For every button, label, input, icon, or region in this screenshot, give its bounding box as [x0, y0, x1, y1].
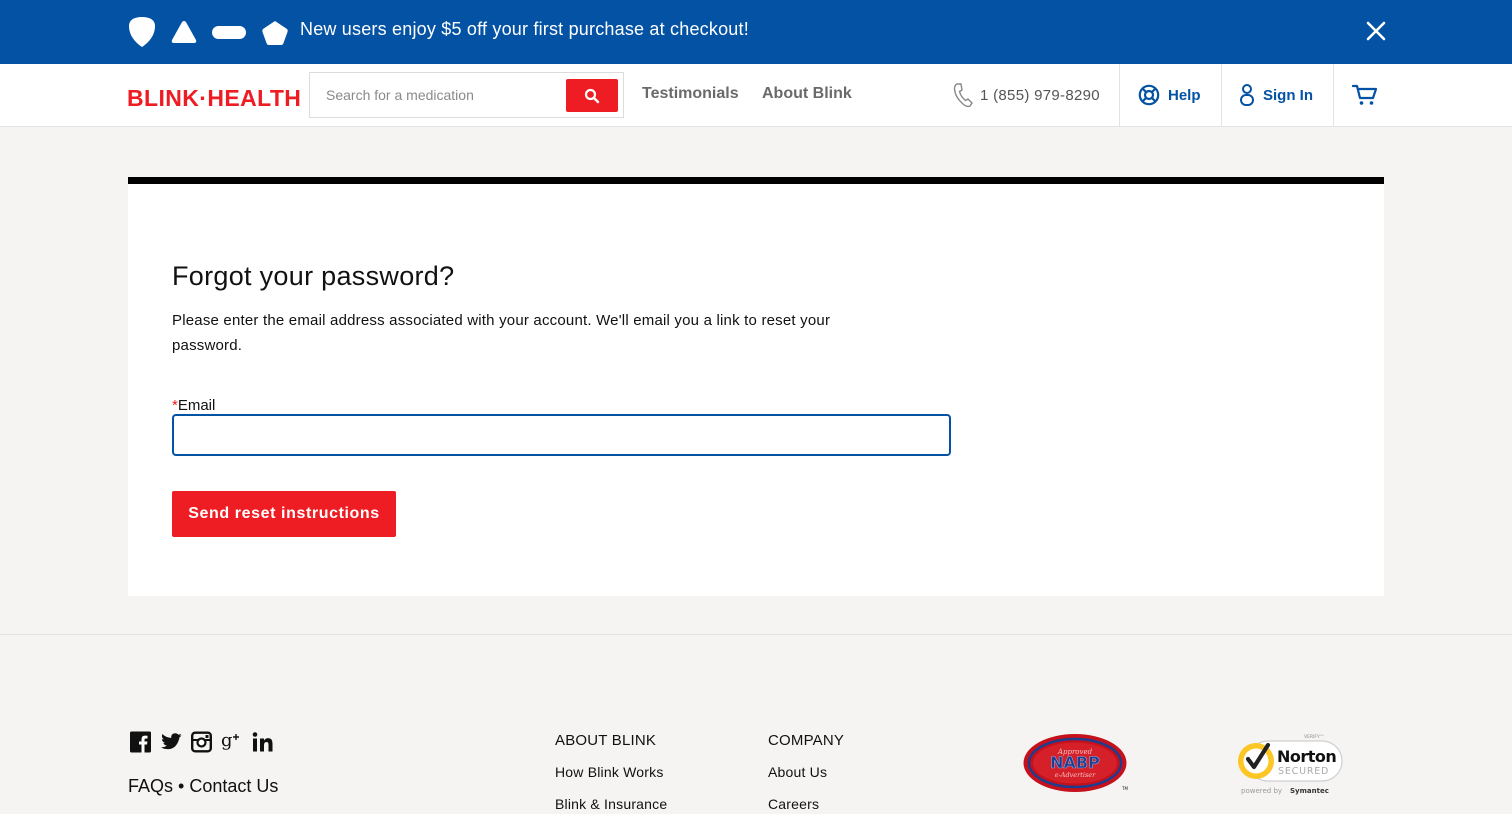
footer-help-links: FAQs • Contact Us: [128, 776, 278, 797]
email-label: *Email: [172, 397, 215, 414]
careers-link[interactable]: Careers: [768, 796, 819, 812]
forgot-password-card: Forgot your password? Please enter the e…: [128, 177, 1384, 596]
footer-divider: [0, 634, 1512, 635]
norton-symantec-text: Symantec: [1290, 787, 1329, 795]
header-divider: [1119, 64, 1120, 126]
about-blink-heading: ABOUT BLINK: [555, 732, 657, 749]
linkedin-icon[interactable]: [252, 731, 273, 753]
nabp-badge[interactable]: Approved NABP e-Advertiser TM: [1023, 733, 1130, 795]
norton-brand-text: Norton: [1277, 747, 1336, 766]
promo-message: New users enjoy $5 off your first purcha…: [300, 19, 749, 39]
instagram-icon[interactable]: [191, 731, 212, 753]
phone-icon: [953, 83, 973, 108]
triangle-icon: [171, 21, 197, 43]
blink-insurance-link[interactable]: Blink & Insurance: [555, 796, 667, 812]
close-icon[interactable]: [1364, 18, 1388, 44]
norton-verify-text: VERIFY™: [1304, 734, 1324, 740]
email-label-text: Email: [177, 397, 216, 414]
help-button[interactable]: Help: [1138, 64, 1201, 126]
norton-secured-text: SECURED: [1278, 766, 1329, 777]
footer-separator: •: [178, 776, 185, 796]
search-input[interactable]: [311, 74, 563, 116]
google-plus-icon[interactable]: g: [221, 730, 243, 752]
company-heading: COMPANY: [768, 732, 845, 749]
how-blink-works-link[interactable]: How Blink Works: [555, 764, 664, 780]
pentagon-icon: [262, 21, 288, 45]
blink-health-logo[interactable]: BLINK·HEALTH: [127, 85, 301, 112]
about-us-link[interactable]: About Us: [768, 764, 827, 780]
search-bar: [309, 72, 624, 118]
site-header: BLINK·HEALTH Testimonials About Blink 1 …: [0, 64, 1512, 127]
faqs-link[interactable]: FAQs: [128, 776, 173, 796]
sign-in-button[interactable]: Sign In: [1239, 64, 1313, 126]
lifebuoy-icon: [1138, 84, 1160, 106]
nav-testimonials[interactable]: Testimonials: [642, 85, 739, 103]
header-divider: [1333, 64, 1334, 126]
nabp-text: NABP: [1050, 753, 1100, 772]
norton-powered-text: powered by: [1241, 787, 1282, 795]
form-description: Please enter the email address associate…: [172, 312, 831, 354]
svg-text:g: g: [221, 730, 233, 751]
header-divider: [1221, 64, 1222, 126]
nabp-advertiser-text: e-Advertiser: [1055, 771, 1096, 779]
nabp-tm: TM: [1121, 786, 1128, 791]
send-reset-instructions-button[interactable]: Send reset instructions: [172, 491, 396, 537]
nav-about-blink[interactable]: About Blink: [762, 85, 852, 103]
phone-number[interactable]: 1 (855) 979-8290: [980, 87, 1100, 104]
promo-banner: New users enjoy $5 off your first purcha…: [0, 0, 1512, 64]
cart-icon[interactable]: [1352, 83, 1378, 107]
email-field[interactable]: [172, 414, 951, 456]
search-icon: [584, 88, 600, 103]
sign-in-label: Sign In: [1263, 86, 1313, 104]
help-label: Help: [1168, 86, 1201, 104]
shield-icon: [129, 17, 155, 47]
search-button[interactable]: [566, 79, 618, 112]
pill-icon: [212, 26, 246, 39]
norton-secured-badge[interactable]: VERIFY™ Norton SECURED powered by Symant…: [1234, 732, 1346, 798]
facebook-icon[interactable]: [130, 731, 151, 753]
user-icon: [1240, 84, 1254, 106]
page-title: Forgot your password?: [172, 261, 455, 291]
twitter-icon[interactable]: [161, 731, 182, 753]
contact-us-link[interactable]: Contact Us: [189, 776, 278, 796]
